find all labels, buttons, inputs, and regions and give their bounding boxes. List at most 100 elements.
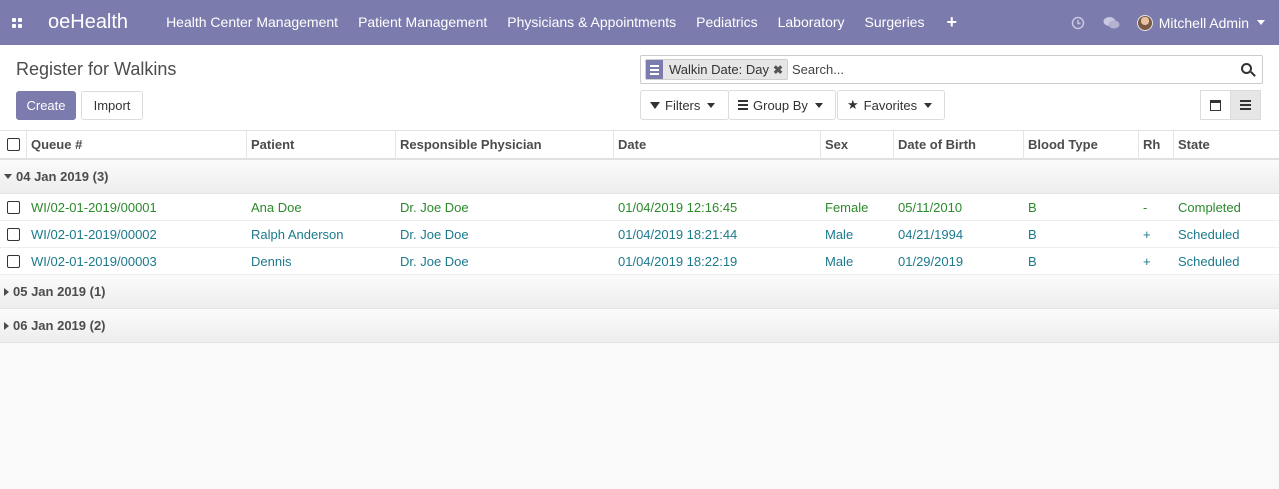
cell-dob: 04/21/1994 [898, 226, 964, 242]
menu-physicians-appointments[interactable]: Physicians & Appointments [497, 0, 686, 45]
search-facet-groupby[interactable]: Walkin Date: Day ✖ [645, 59, 788, 80]
filter-icon [650, 101, 660, 109]
cell-state: Scheduled [1178, 253, 1240, 269]
avatar [1136, 14, 1153, 31]
menu-health-center-management[interactable]: Health Center Management [156, 0, 348, 45]
table-row[interactable]: WI/02-01-2019/00002 Ralph Anderson Dr. J… [0, 221, 1279, 248]
row-checkbox-cell [0, 248, 27, 274]
row-checkbox-cell [0, 194, 27, 220]
cell-queue: WI/02-01-2019/00002 [31, 226, 157, 242]
cell-patient: Dennis [251, 253, 292, 269]
caret-right-icon [4, 287, 9, 296]
column-responsible-physician[interactable]: Responsible Physician [396, 131, 614, 160]
groupby-facet-icon [646, 60, 663, 79]
table-row[interactable]: WI/02-01-2019/00003 Dennis Dr. Joe Doe 0… [0, 248, 1279, 275]
cell-blood-type: B [1028, 199, 1037, 215]
user-name: Mitchell Admin [1158, 14, 1249, 31]
create-button[interactable]: Create [16, 91, 76, 120]
search-icon[interactable] [1240, 62, 1256, 78]
cell-rh: + [1143, 226, 1151, 242]
group-label: 06 Jan 2019 (2) [13, 318, 106, 333]
search-box: Walkin Date: Day ✖ [640, 55, 1263, 84]
cell-physician: Dr. Joe Doe [400, 226, 469, 242]
chevron-down-icon [814, 102, 823, 108]
cell-queue: WI/02-01-2019/00001 [31, 199, 157, 215]
column-blood-type[interactable]: Blood Type [1024, 131, 1139, 160]
select-all-checkbox[interactable] [6, 138, 20, 151]
favorites-button[interactable]: ★ Favorites [837, 90, 945, 120]
cell-patient: Ralph Anderson [251, 226, 344, 242]
calendar-view-icon[interactable] [1200, 90, 1231, 120]
menu-pediatrics[interactable]: Pediatrics [686, 0, 767, 45]
cell-dob: 05/11/2010 [898, 199, 963, 215]
activity-clock-icon[interactable] [1061, 0, 1095, 45]
list-view-icon[interactable] [1230, 90, 1261, 120]
cell-date: 01/04/2019 18:21:44 [618, 226, 738, 242]
facet-value: Walkin Date: Day [669, 62, 769, 77]
cell-physician: Dr. Joe Doe [400, 253, 469, 269]
table-header: Queue # Patient Responsible Physician Da… [0, 131, 1279, 160]
main-menu: Health Center Management Patient Managem… [156, 0, 969, 45]
control-panel: Register for Walkins Create Import Walki… [0, 45, 1279, 131]
more-menu-plus-icon[interactable]: + [934, 0, 969, 45]
cell-sex: Male [825, 253, 854, 269]
cell-blood-type: B [1028, 253, 1037, 269]
cell-queue: WI/02-01-2019/00003 [31, 253, 157, 269]
column-sex[interactable]: Sex [821, 131, 894, 160]
cell-sex: Female [825, 199, 869, 215]
systray: Mitchell Admin [1061, 0, 1279, 45]
import-button[interactable]: Import [81, 91, 143, 120]
apps-menu-icon[interactable] [0, 0, 34, 45]
table-row[interactable]: WI/02-01-2019/00001 Ana Doe Dr. Joe Doe … [0, 194, 1279, 221]
row-checkbox-cell [0, 221, 27, 247]
star-icon: ★ [847, 97, 859, 112]
app-brand[interactable]: oeHealth [48, 11, 128, 34]
cell-physician: Dr. Joe Doe [400, 199, 469, 215]
cell-state: Completed [1178, 199, 1241, 215]
menu-surgeries[interactable]: Surgeries [855, 0, 935, 45]
cell-date: 01/04/2019 18:22:19 [618, 253, 738, 269]
cell-patient: Ana Doe [251, 199, 302, 215]
column-queue[interactable]: Queue # [27, 131, 247, 160]
filters-label: Filters [665, 97, 701, 113]
row-checkbox[interactable] [7, 254, 20, 268]
column-date-of-birth[interactable]: Date of Birth [894, 131, 1024, 160]
facet-remove-icon[interactable]: ✖ [773, 63, 783, 77]
page-title: Register for Walkins [16, 59, 177, 79]
view-switcher [1200, 90, 1261, 120]
cell-sex: Male [825, 226, 854, 242]
column-patient[interactable]: Patient [247, 131, 396, 160]
chevron-down-icon [707, 102, 716, 108]
top-navbar: oeHealth Health Center Management Patien… [0, 0, 1279, 45]
cell-rh: - [1143, 199, 1148, 215]
column-date[interactable]: Date [614, 131, 821, 160]
list-view: Queue # Patient Responsible Physician Da… [0, 131, 1279, 343]
menu-patient-management[interactable]: Patient Management [348, 0, 497, 45]
search-input[interactable] [792, 62, 1212, 77]
row-checkbox[interactable] [7, 200, 20, 214]
groupby-icon [738, 100, 748, 110]
filters-button[interactable]: Filters [640, 90, 729, 120]
row-checkbox[interactable] [7, 227, 20, 241]
group-row-05-jan-2019[interactable]: 05 Jan 2019 (1) [0, 275, 1279, 309]
groupby-label: Group By [753, 97, 808, 113]
group-row-04-jan-2019[interactable]: 04 Jan 2019 (3) [0, 160, 1279, 194]
caret-down-icon [4, 174, 12, 179]
column-state[interactable]: State [1174, 131, 1279, 160]
groupby-button[interactable]: Group By [728, 90, 836, 120]
chevron-down-icon [924, 102, 933, 108]
cell-blood-type: B [1028, 226, 1037, 242]
group-label: 04 Jan 2019 (3) [16, 169, 109, 184]
messaging-chat-icon[interactable] [1095, 0, 1129, 45]
cell-date: 01/04/2019 12:16:45 [618, 199, 738, 215]
caret-right-icon [4, 321, 9, 330]
column-rh[interactable]: Rh [1139, 131, 1174, 160]
group-row-06-jan-2019[interactable]: 06 Jan 2019 (2) [0, 309, 1279, 343]
menu-laboratory[interactable]: Laboratory [768, 0, 855, 45]
group-label: 05 Jan 2019 (1) [13, 284, 106, 299]
user-menu[interactable]: Mitchell Admin [1129, 0, 1279, 45]
select-all-checkbox-cell [0, 131, 27, 158]
cell-dob: 01/29/2019 [898, 253, 964, 269]
cell-state: Scheduled [1178, 226, 1240, 242]
cell-rh: + [1143, 253, 1151, 269]
